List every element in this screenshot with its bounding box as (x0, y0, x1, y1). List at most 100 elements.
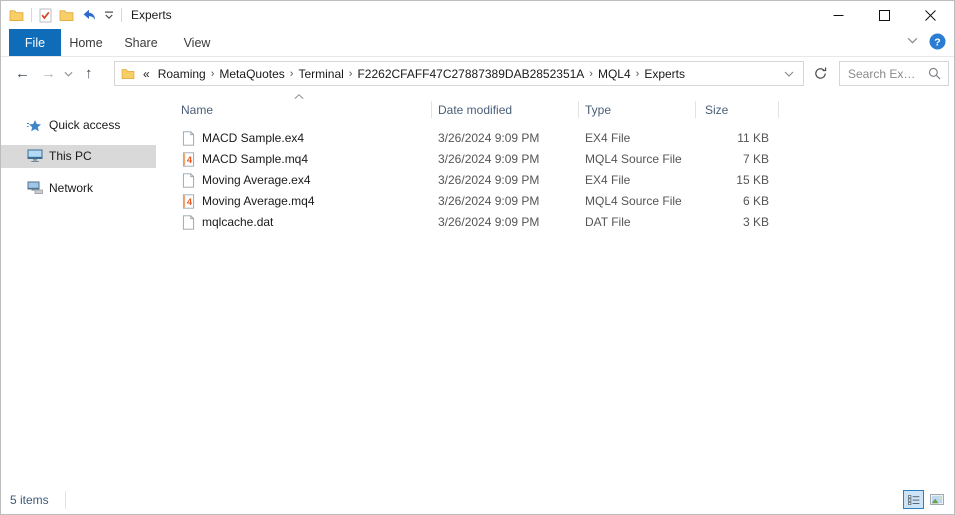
tab-view[interactable]: View (171, 29, 223, 56)
qat-dropdown-icon[interactable] (104, 11, 114, 20)
minimize-button[interactable] (815, 1, 861, 29)
table-row[interactable]: MACD Sample.ex4 3/26/2024 9:09 PM EX4 Fi… (161, 128, 954, 149)
recent-locations-chevron-icon[interactable] (64, 71, 73, 77)
breadcrumb-segment-experts[interactable]: Experts (640, 67, 689, 81)
svg-text:?: ? (934, 36, 940, 48)
this-pc-monitor-icon (27, 149, 43, 163)
details-view-button[interactable] (903, 490, 924, 509)
sidebar-item-quick-access[interactable]: Quick access (1, 114, 156, 137)
quick-access-star-icon (27, 118, 43, 133)
maximize-button[interactable] (861, 1, 907, 29)
file-size: 6 KB (742, 194, 769, 208)
file-size: 11 KB (737, 131, 769, 145)
address-bar[interactable]: « Roaming › MetaQuotes › Terminal › F226… (114, 61, 804, 86)
tab-file[interactable]: File (9, 29, 61, 56)
navigation-pane: Quick access This PC Network (1, 91, 161, 486)
file-date: 3/26/2024 9:09 PM (438, 173, 540, 187)
svg-text:4: 4 (187, 197, 193, 207)
search-box (839, 61, 949, 86)
refresh-icon[interactable] (807, 61, 833, 86)
file-date: 3/26/2024 9:09 PM (438, 194, 540, 208)
title-bar: Experts (1, 1, 954, 29)
file-name: Moving Average.mq4 (202, 194, 315, 208)
column-resize-handle[interactable] (695, 101, 696, 118)
file-type: EX4 File (585, 173, 631, 187)
column-header-date-modified[interactable]: Date modified (438, 98, 512, 122)
column-resize-handle[interactable] (578, 101, 579, 118)
file-size: 7 KB (742, 152, 769, 166)
tab-view-label: View (183, 35, 211, 50)
file-name: MACD Sample.mq4 (202, 152, 309, 166)
column-resize-handle[interactable] (431, 101, 432, 118)
file-size: 3 KB (742, 215, 769, 229)
file-list-pane: Name Date modified Type Size MACD Sample… (161, 91, 954, 486)
tab-home[interactable]: Home (61, 29, 111, 56)
mq4-file-icon: 4 (182, 194, 195, 209)
network-icon (27, 181, 43, 195)
status-bar: 5 items (1, 486, 954, 514)
sidebar-item-this-pc[interactable]: This PC (1, 145, 156, 168)
properties-check-icon[interactable] (39, 8, 52, 23)
tab-share[interactable]: Share (115, 29, 167, 56)
up-button[interactable]: ↑ (85, 56, 93, 91)
back-button[interactable]: ← (15, 56, 30, 91)
sidebar-item-label: This PC (49, 149, 92, 163)
undo-icon[interactable] (81, 8, 97, 22)
thumbnail-view-icon (929, 494, 944, 505)
quick-access-toolbar (9, 1, 122, 29)
forward-button[interactable]: → (41, 56, 56, 91)
sidebar-item-network[interactable]: Network (1, 177, 156, 200)
status-separator (65, 491, 66, 509)
details-view-icon (907, 494, 920, 505)
window-controls (815, 1, 953, 29)
new-folder-icon[interactable] (59, 9, 74, 21)
column-header-name[interactable]: Name (181, 98, 213, 122)
breadcrumb-segment-guid[interactable]: F2262CFAFF47C27887389DAB2852351A (353, 67, 588, 81)
thumbnail-view-button[interactable] (926, 490, 947, 509)
expand-ribbon-chevron-icon[interactable] (907, 37, 918, 44)
table-row[interactable]: mqlcache.dat 3/26/2024 9:09 PM DAT File … (161, 212, 954, 233)
table-row[interactable]: 4 Moving Average.mq4 3/26/2024 9:09 PM M… (161, 191, 954, 212)
item-count: 5 items (10, 493, 49, 507)
tab-home-label: Home (69, 35, 103, 50)
file-generic-icon (182, 131, 195, 146)
search-input[interactable] (840, 66, 928, 81)
breadcrumb-overflow[interactable]: « (139, 67, 154, 81)
column-header-type[interactable]: Type (585, 98, 611, 122)
svg-text:4: 4 (187, 155, 193, 165)
file-date: 3/26/2024 9:09 PM (438, 131, 540, 145)
address-dropdown-chevron-icon[interactable] (784, 71, 803, 77)
file-date: 3/26/2024 9:09 PM (438, 215, 540, 229)
tab-share-label: Share (124, 35, 158, 50)
sidebar-item-label: Network (49, 181, 94, 195)
file-type: EX4 File (585, 131, 631, 145)
table-row[interactable]: 4 MACD Sample.mq4 3/26/2024 9:09 PM MQL4… (161, 149, 954, 170)
breadcrumb-segment-mql4[interactable]: MQL4 (594, 67, 635, 81)
folder-icon (121, 68, 135, 79)
file-name: mqlcache.dat (202, 215, 274, 229)
view-toggles (903, 490, 947, 509)
file-date: 3/26/2024 9:09 PM (438, 152, 540, 166)
close-button[interactable] (907, 1, 953, 29)
breadcrumb-segment-roaming[interactable]: Roaming (154, 67, 210, 81)
breadcrumb-segment-metaquotes[interactable]: MetaQuotes (215, 67, 288, 81)
file-name: MACD Sample.ex4 (202, 131, 305, 145)
folder-icon[interactable] (9, 9, 24, 21)
toolbar-separator (121, 8, 122, 22)
window-title: Experts (131, 8, 172, 22)
file-type: DAT File (585, 215, 631, 229)
ribbon-tab-bar: File Home Share View ? (1, 29, 954, 57)
file-explorer-window: Experts File Home Share View ? ← → ↑ « R… (0, 0, 955, 515)
file-size: 15 KB (736, 173, 769, 187)
help-icon[interactable]: ? (929, 33, 946, 50)
magnifier-icon[interactable] (928, 67, 948, 80)
file-generic-icon (182, 173, 195, 188)
sidebar-item-label: Quick access (49, 118, 121, 132)
column-resize-handle[interactable] (778, 101, 779, 118)
breadcrumb-segment-terminal[interactable]: Terminal (294, 67, 347, 81)
table-row[interactable]: Moving Average.ex4 3/26/2024 9:09 PM EX4… (161, 170, 954, 191)
file-name: Moving Average.ex4 (202, 173, 311, 187)
sort-ascending-icon (294, 94, 304, 99)
column-header-size[interactable]: Size (705, 98, 728, 122)
toolbar-separator (31, 8, 32, 22)
